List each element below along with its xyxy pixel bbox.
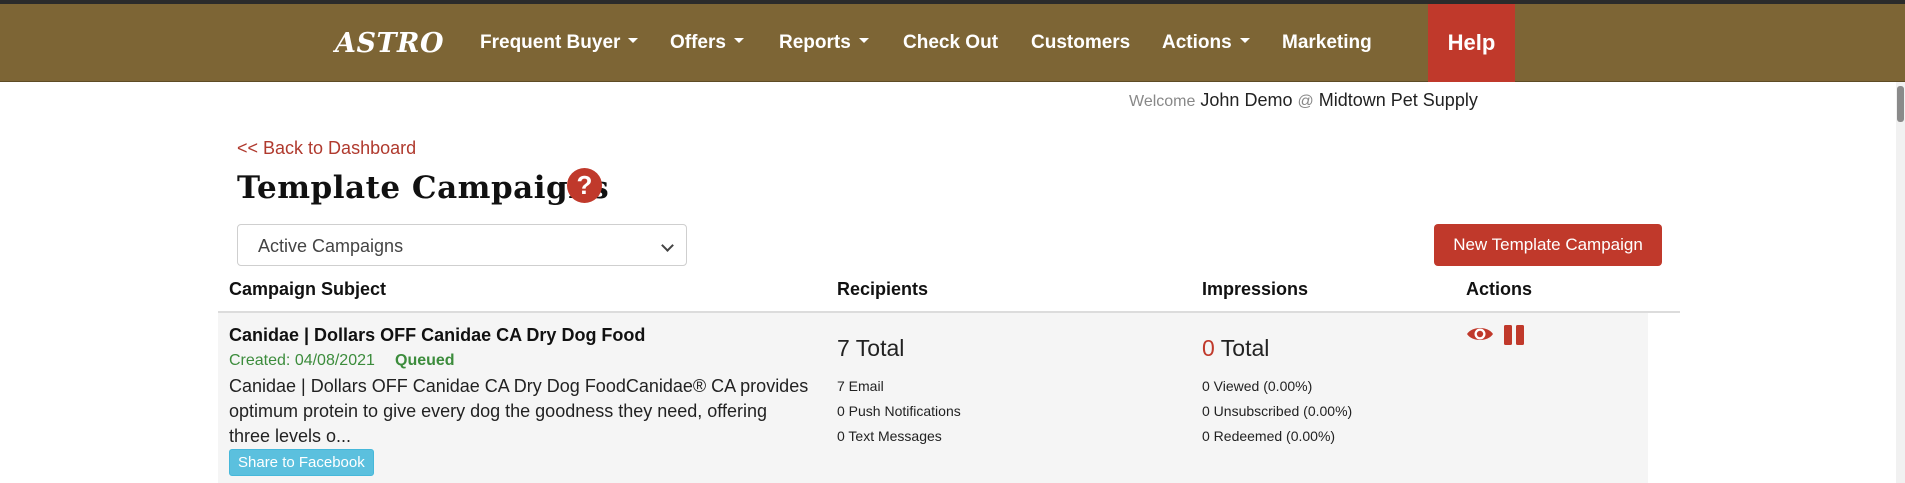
caret-down-icon bbox=[733, 38, 744, 44]
campaign-filter-value: Active Campaigns bbox=[258, 236, 404, 256]
caret-down-icon bbox=[628, 38, 639, 44]
share-to-facebook-button[interactable]: Share to Facebook bbox=[229, 449, 374, 476]
recipients-total: 7 Total bbox=[837, 335, 904, 362]
nav-customers[interactable]: Customers bbox=[1031, 32, 1130, 54]
nav-label: Customers bbox=[1031, 32, 1131, 53]
impressions-total: 0 Total bbox=[1202, 335, 1269, 362]
campaign-subject: Canidae | Dollars OFF Canidae CA Dry Dog… bbox=[229, 325, 646, 345]
recipients-total-label: Total bbox=[855, 335, 905, 361]
welcome-store: Midtown Pet Supply bbox=[1318, 90, 1478, 110]
welcome-user: John Demo bbox=[1200, 90, 1293, 110]
eye-icon[interactable] bbox=[1466, 324, 1494, 344]
nav-label: Marketing bbox=[1282, 32, 1372, 53]
welcome-at: @ bbox=[1297, 93, 1314, 110]
nav-label: Actions bbox=[1162, 32, 1232, 53]
back-to-dashboard-link[interactable]: << Back to Dashboard bbox=[237, 138, 416, 159]
impressions-redeemed: 0 Redeemed (0.00%) bbox=[1202, 428, 1336, 444]
top-navbar: ASTRO Frequent Buyer Offers Reports Chec… bbox=[0, 4, 1905, 82]
pause-icon[interactable] bbox=[1503, 324, 1525, 346]
impressions-viewed: 0 Viewed (0.00%) bbox=[1202, 378, 1313, 394]
chevron-down-icon bbox=[661, 239, 674, 252]
impressions-total-label: Total bbox=[1220, 335, 1270, 361]
nav-actions[interactable]: Actions bbox=[1162, 32, 1250, 54]
new-template-campaign-button[interactable]: New Template Campaign bbox=[1434, 224, 1662, 266]
astro-logo[interactable]: ASTRO bbox=[335, 28, 444, 59]
nav-check-out[interactable]: Check Out bbox=[903, 32, 998, 54]
nav-label: Reports bbox=[779, 32, 851, 53]
column-header-impressions: Impressions bbox=[1202, 279, 1309, 299]
welcome-message: Welcome John Demo @ Midtown Pet Supply bbox=[1129, 90, 1478, 111]
welcome-prefix: Welcome bbox=[1129, 93, 1196, 110]
impressions-total-number: 0 bbox=[1202, 335, 1215, 361]
help-question-icon[interactable]: ? bbox=[567, 168, 602, 203]
scrollbar-track[interactable] bbox=[1896, 82, 1905, 483]
column-header-actions: Actions bbox=[1466, 279, 1533, 299]
nav-offers[interactable]: Offers bbox=[670, 32, 744, 54]
nav-label: Frequent Buyer bbox=[480, 32, 621, 53]
scrollbar-thumb[interactable] bbox=[1897, 86, 1904, 122]
campaign-filter-select[interactable]: Active Campaigns bbox=[237, 224, 687, 266]
campaign-description: Canidae | Dollars OFF Canidae CA Dry Dog… bbox=[229, 376, 809, 446]
help-button[interactable]: Help bbox=[1428, 4, 1515, 82]
campaign-status-badge: Queued bbox=[395, 352, 455, 369]
nav-label: Offers bbox=[670, 32, 726, 53]
recipients-push: 0 Push Notifications bbox=[837, 403, 961, 419]
campaign-created-date: Created: 04/08/2021 bbox=[229, 352, 375, 369]
impressions-unsubscribed: 0 Unsubscribed (0.00%) bbox=[1202, 403, 1353, 419]
caret-down-icon bbox=[1239, 38, 1250, 44]
recipients-text: 0 Text Messages bbox=[837, 428, 942, 444]
column-header-campaign-subject: Campaign Subject bbox=[229, 279, 387, 299]
caret-down-icon bbox=[858, 38, 869, 44]
recipients-total-number: 7 bbox=[837, 335, 850, 361]
recipients-email: 7 Email bbox=[837, 378, 884, 394]
page-title: Template Campaigns bbox=[237, 170, 610, 206]
nav-label: Check Out bbox=[903, 32, 999, 53]
nav-frequent-buyer[interactable]: Frequent Buyer bbox=[480, 32, 639, 54]
nav-reports[interactable]: Reports bbox=[779, 32, 869, 54]
nav-marketing[interactable]: Marketing bbox=[1282, 32, 1372, 54]
column-header-recipients: Recipients bbox=[837, 279, 929, 299]
